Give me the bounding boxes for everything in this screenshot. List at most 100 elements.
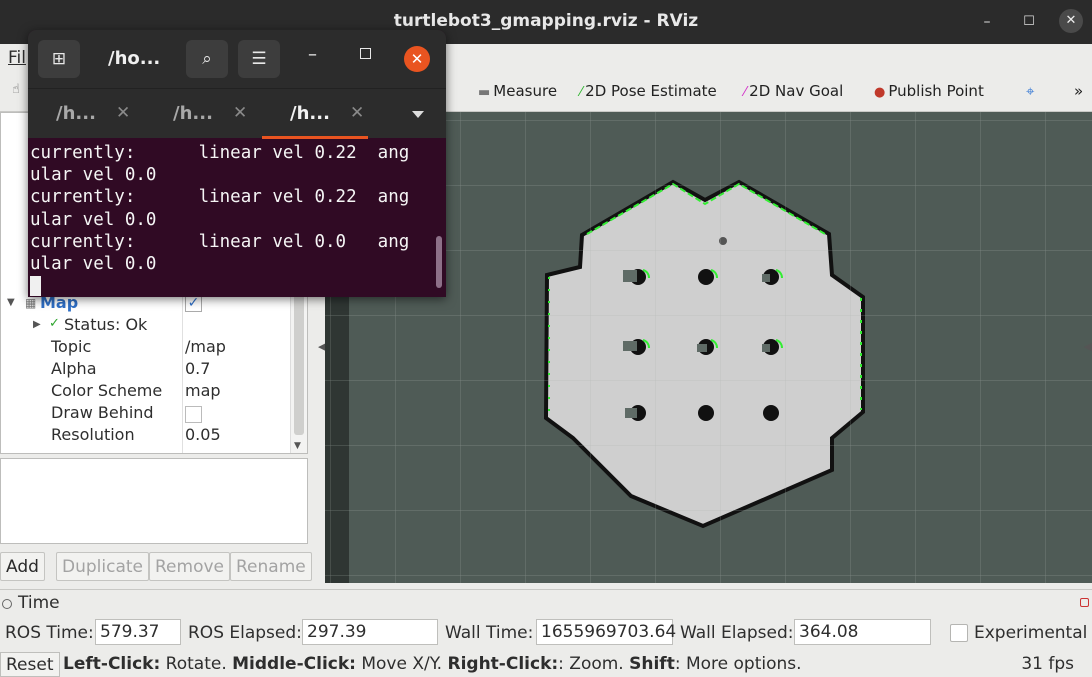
tool-measure[interactable]: ▬ Measure (478, 82, 557, 100)
terminal-maximize-icon[interactable] (360, 48, 371, 59)
terminal-header: ⊞ /ho... ⌕ ☰ – ✕ (28, 30, 446, 88)
tab-label: /h... (56, 103, 96, 124)
duplicate-button[interactable]: Duplicate (56, 552, 149, 581)
terminal-tab-1[interactable]: /h... ✕ (28, 89, 146, 137)
hint-right-key: Right-Click: (447, 654, 559, 674)
reset-button[interactable]: Reset (0, 652, 60, 677)
collapse-right-icon[interactable]: ◀ (1084, 340, 1092, 353)
terminal-line: ular vel 0.0 (30, 165, 157, 186)
measure-icon: ▬ (478, 85, 491, 100)
prop-row-alpha[interactable]: Alpha 0.7 (1, 359, 291, 381)
tab-close-icon[interactable]: ✕ (116, 103, 130, 123)
hint-mid-text: Move X/Y. (355, 654, 448, 674)
displays-button-row: Add Duplicate Remove Rename (0, 552, 318, 582)
draw-behind-checkbox[interactable] (185, 406, 202, 423)
magenta-arrow-icon: ⁄ (744, 85, 747, 100)
new-tab-icon[interactable]: ⊞ (38, 40, 80, 78)
wall-elapsed-label: Wall Elapsed: (680, 623, 794, 643)
terminal-cursor (30, 276, 41, 297)
tool-nav-goal-label: 2D Nav Goal (749, 82, 844, 100)
tab-label: /h... (290, 103, 330, 124)
hamburger-menu-icon[interactable]: ☰ (238, 40, 280, 78)
status-ok-icon: ✓ (49, 316, 60, 331)
time-row: ROS Time: 579.37 ROS Elapsed: 297.39 Wal… (0, 615, 1092, 649)
terminal-tab-3[interactable]: /h... ✕ (262, 89, 380, 139)
map-status-label: Status: Ok (64, 315, 148, 334)
terminal-line: ular vel 0.0 (30, 253, 157, 274)
prop-row-topic[interactable]: Topic /map (1, 337, 291, 359)
experimental-checkbox[interactable] (950, 624, 968, 642)
tab-close-icon[interactable]: ✕ (350, 103, 364, 123)
search-icon[interactable]: ⌕ (186, 40, 228, 78)
tool-2d-pose-estimate[interactable]: ⁄ 2D Pose Estimate (580, 82, 717, 100)
tool-publish-point[interactable]: ● Publish Point (874, 82, 984, 100)
prop-value: 0.05 (185, 425, 221, 444)
green-arrow-icon: ⁄ (580, 85, 583, 100)
experimental-label: Experimental (974, 623, 1088, 643)
prop-value: /map (185, 337, 226, 356)
terminal-tabs: /h... ✕ /h... ✕ /h... ✕ (28, 88, 446, 139)
ros-time-field[interactable]: 579.37 (95, 619, 181, 645)
time-panel-icon (2, 599, 12, 609)
terminal-line: ular vel 0.0 (30, 209, 157, 230)
terminal-cursor-line (30, 275, 444, 297)
tool-2d-nav-goal[interactable]: ⁄ 2D Nav Goal (744, 82, 843, 100)
hint-left-text: Rotate. (160, 654, 233, 674)
wall-elapsed-field[interactable]: 364.08 (794, 619, 931, 645)
prop-row-color-scheme[interactable]: Color Scheme map (1, 381, 291, 403)
terminal-line: currently: linear vel 0.22 ang (30, 187, 410, 208)
expand-status-icon[interactable]: ▶ (33, 319, 41, 330)
ros-time-label: ROS Time: (5, 623, 94, 643)
hint-shift-key: Shift (629, 654, 675, 674)
toolbar-more-button[interactable]: » (1074, 82, 1083, 100)
remove-button[interactable]: Remove (149, 552, 230, 581)
tool-pose-label: 2D Pose Estimate (585, 82, 717, 100)
maximize-icon[interactable]: ☐ (1018, 11, 1040, 33)
expand-map-icon[interactable]: ▼ (7, 297, 15, 308)
rviz-window: turtlebot3_gmapping.rviz - RViz – ☐ ✕ Fi… (0, 0, 1092, 677)
prop-value: map (185, 381, 221, 400)
fps-counter: 31 fps (1021, 654, 1074, 674)
prop-name: Alpha (51, 359, 97, 378)
tab-label: /h... (173, 103, 213, 124)
tool-measure-label: Measure (493, 82, 558, 100)
description-box (0, 458, 308, 544)
scroll-down-icon[interactable]: ▼ (294, 441, 301, 451)
hint-left-key: Left-Click: (63, 654, 161, 674)
rename-button[interactable]: Rename (230, 552, 312, 581)
terminal-window[interactable]: ⊞ /ho... ⌕ ☰ – ✕ /h... ✕ /h... ✕ /h... ✕ (28, 30, 446, 297)
map-status-row[interactable]: ▶ ✓ Status: Ok (1, 315, 291, 337)
prop-value: 0.7 (185, 359, 211, 378)
wall-time-field[interactable]: 1655969703.64 (536, 619, 676, 645)
add-tool-icon[interactable]: ⌖ (1026, 82, 1034, 100)
interact-icon[interactable]: ☝ (12, 82, 20, 97)
tool-publish-label: Publish Point (888, 82, 984, 100)
terminal-line: currently: linear vel 0.22 ang (30, 143, 410, 163)
hint-shift-text: : More options. (674, 654, 802, 674)
terminal-close-icon[interactable]: ✕ (404, 46, 430, 72)
tab-close-icon[interactable]: ✕ (233, 103, 247, 123)
time-panel-header: Time (0, 589, 1092, 615)
minimize-icon[interactable]: – (976, 11, 998, 33)
tabs-dropdown-icon[interactable] (412, 111, 424, 118)
status-bar: Reset Left-Click: Rotate. Middle-Click: … (0, 650, 1092, 677)
map-pin-icon: ● (874, 85, 886, 100)
map-display-icon: ▦ (25, 296, 37, 310)
add-button[interactable]: Add (0, 552, 45, 581)
time-panel-title: Time (18, 593, 60, 613)
ros-elapsed-label: ROS Elapsed: (188, 623, 302, 643)
time-panel-close-icon[interactable] (1080, 598, 1089, 607)
terminal-title: /ho... (108, 48, 161, 69)
ros-elapsed-field[interactable]: 297.39 (302, 619, 438, 645)
close-icon[interactable]: ✕ (1059, 9, 1083, 33)
map-enabled-checkbox[interactable]: ✓ (185, 295, 202, 312)
prop-row-resolution[interactable]: Resolution 0.05 (1, 425, 291, 447)
terminal-output[interactable]: currently: linear vel 0.22 ang ular vel 0… (28, 138, 446, 297)
prop-row-draw-behind[interactable]: Draw Behind (1, 403, 291, 425)
terminal-tab-2[interactable]: /h... ✕ (145, 89, 263, 137)
prop-name: Draw Behind (51, 403, 154, 422)
hint-mid-key: Middle-Click: (232, 654, 356, 674)
terminal-minimize-icon[interactable]: – (308, 44, 317, 65)
menu-file[interactable]: Fil (8, 48, 26, 68)
terminal-scrollbar[interactable] (436, 236, 442, 288)
